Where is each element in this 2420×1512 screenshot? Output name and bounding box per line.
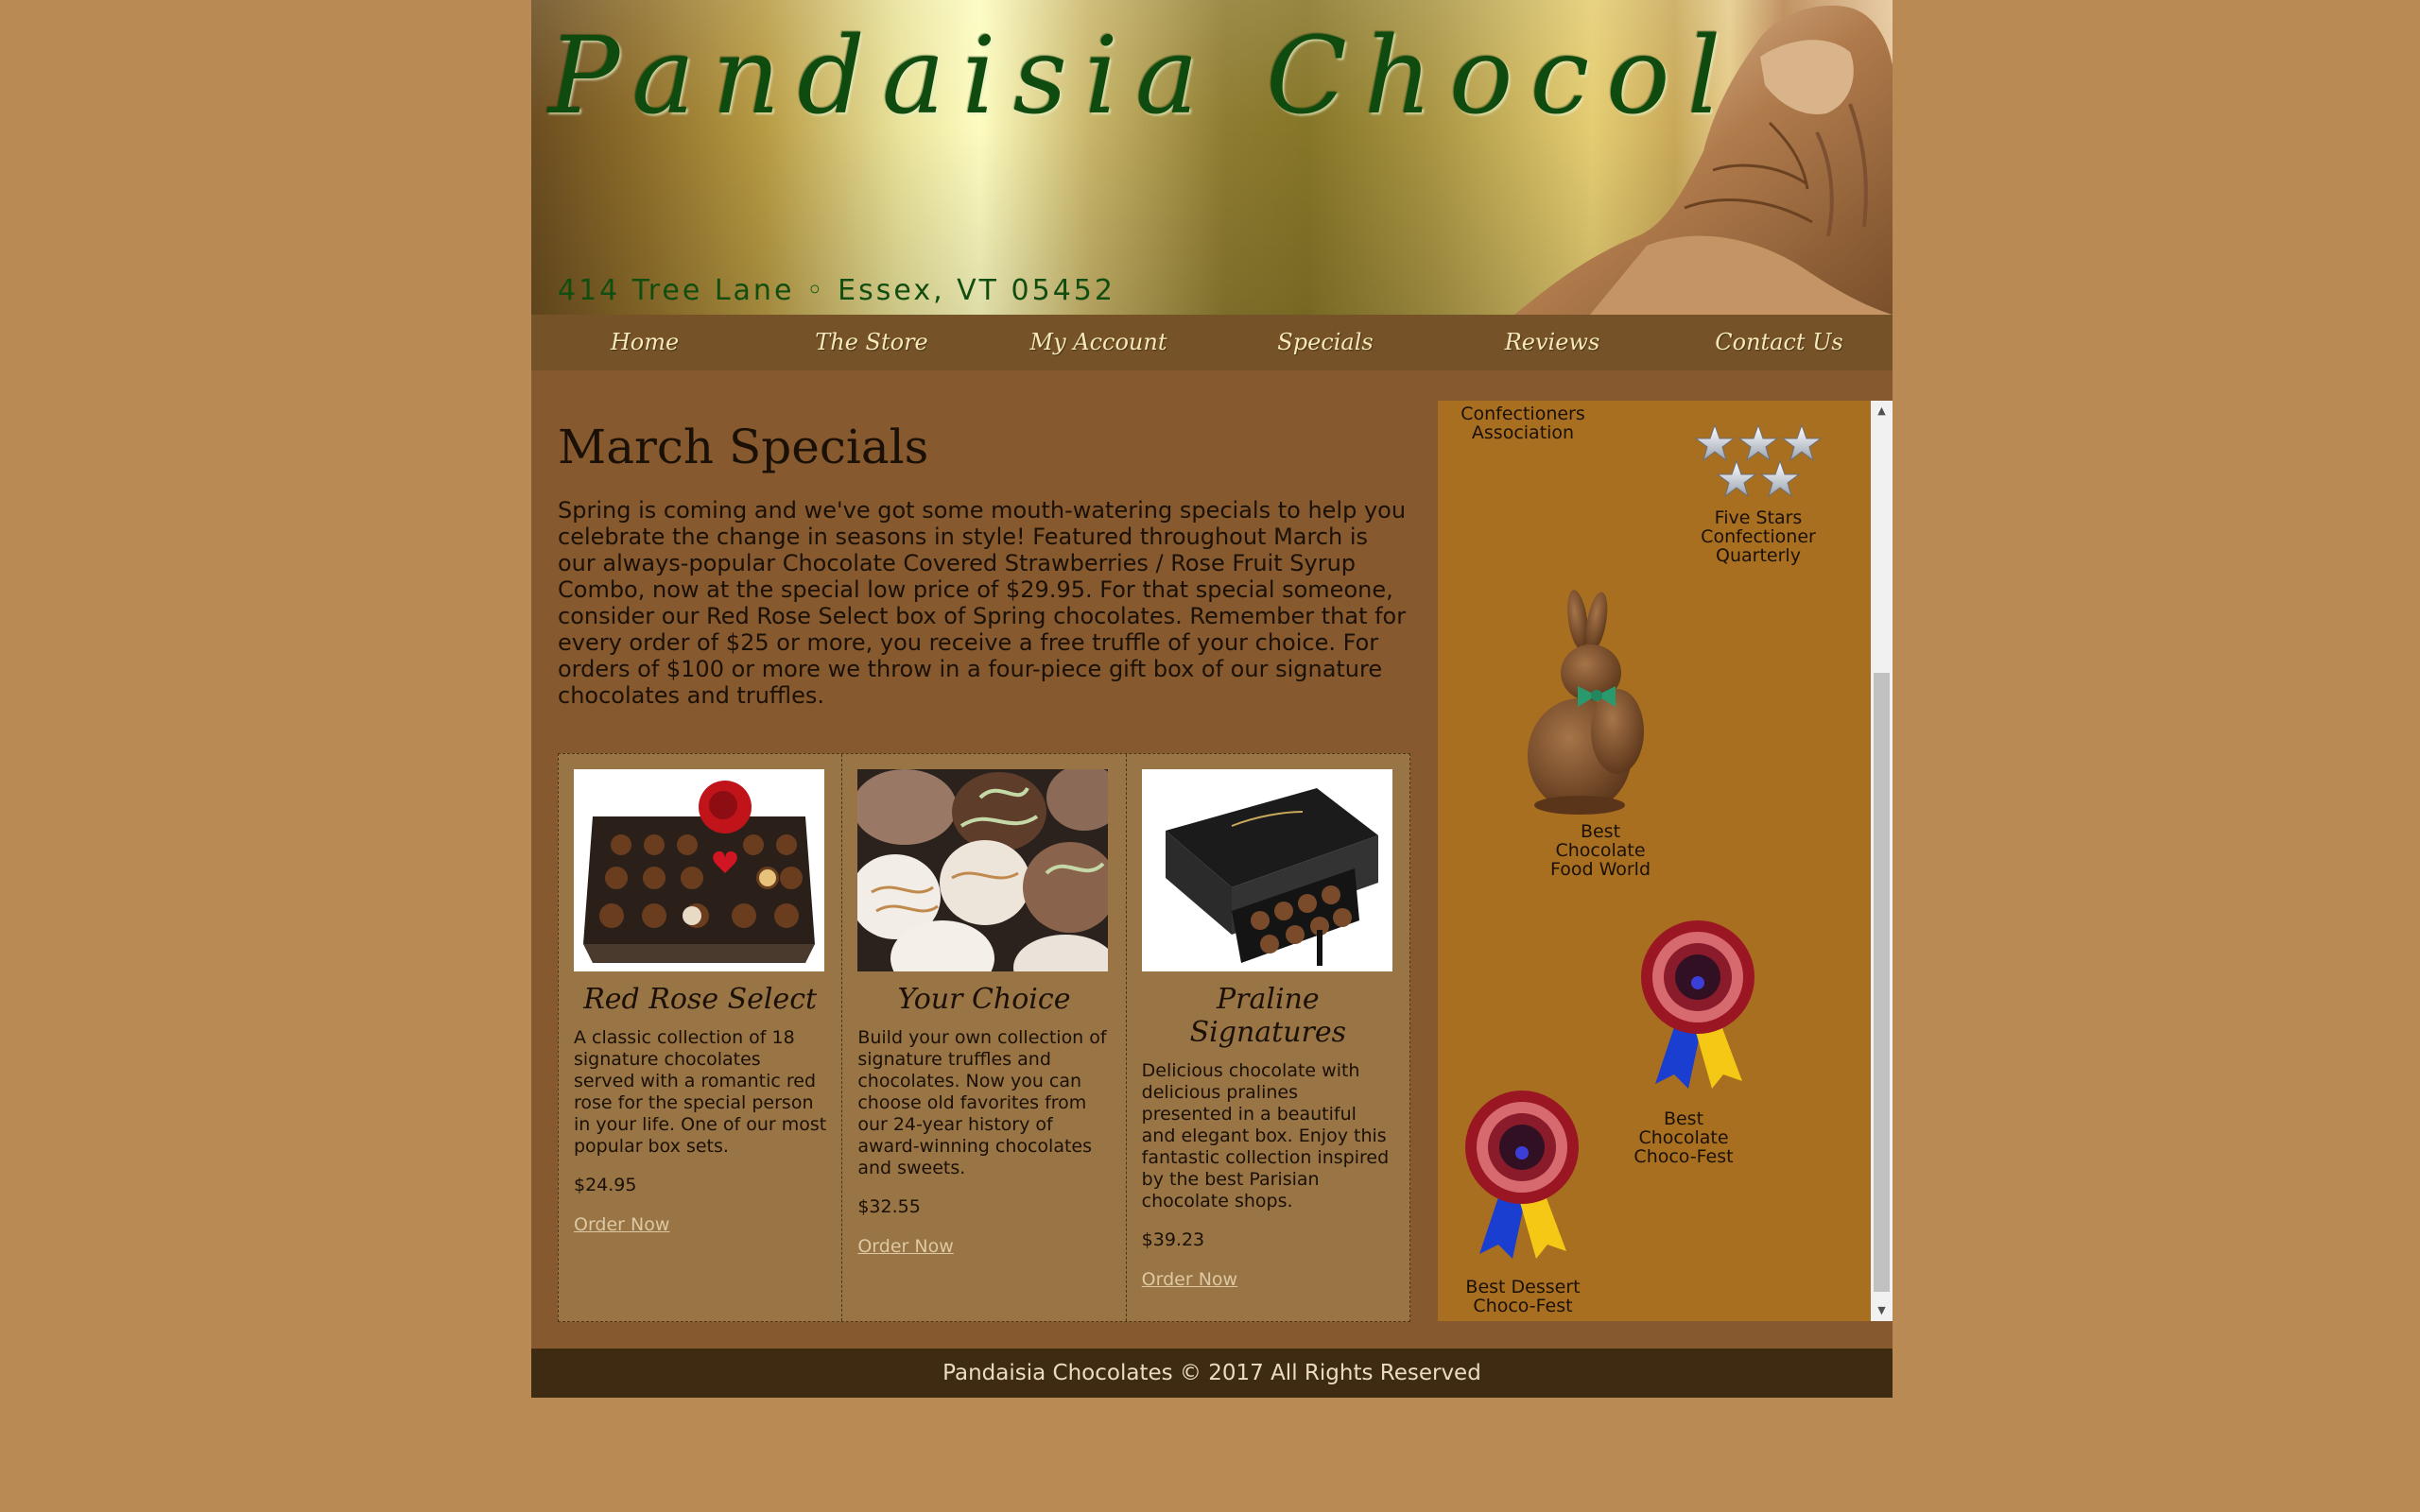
product-name: Praline Signatures <box>1189 983 1347 1049</box>
awards-panel[interactable]: Confectioners Association Five Stars Con… <box>1438 401 1893 1321</box>
scroll-up-icon[interactable]: ▲ <box>1871 401 1893 421</box>
award-line: Best Dessert <box>1465 1277 1581 1297</box>
product-card: Your Choice Build your own collection of… <box>842 754 1127 1321</box>
product-card: Red Rose Select A classic collection of … <box>559 754 843 1321</box>
intro-paragraph: Spring is coming and we've got some mout… <box>558 497 1407 709</box>
award-line: Choco-Fest <box>1634 1146 1734 1167</box>
site-footer: Pandaisia Chocolates © 2017 All Rights R… <box>531 1349 1893 1398</box>
product-price: $24.95 <box>574 1175 637 1195</box>
page-title: March Specials <box>558 420 929 474</box>
nav-item-store[interactable]: The Store <box>758 315 985 370</box>
store-address: 414 Tree Lane ◦ Essex, VT 05452 <box>558 274 1115 307</box>
award-line: Confectioners <box>1461 404 1585 424</box>
award-line: Best <box>1580 821 1621 842</box>
award-line: Choco-Fest <box>1473 1296 1573 1316</box>
product-description: A classic collection of 18 signature cho… <box>574 1027 827 1157</box>
scroll-down-icon[interactable]: ▼ <box>1871 1300 1893 1321</box>
order-now-link[interactable]: Order Now <box>574 1214 669 1235</box>
nav-item-reviews[interactable]: Reviews <box>1439 315 1666 370</box>
award-line: Quarterly <box>1716 545 1801 566</box>
product-name: Red Rose Select <box>583 983 818 1016</box>
order-now-link[interactable]: Order Now <box>1142 1269 1237 1290</box>
statue-image <box>1514 5 1893 315</box>
award-line: Chocolate <box>1555 840 1646 861</box>
award-line: Association <box>1471 422 1575 443</box>
nav-item-home[interactable]: Home <box>531 315 758 370</box>
chocolate-bunny-icon <box>1528 590 1644 815</box>
scrollbar-thumb[interactable] <box>1874 673 1890 1292</box>
product-price: $32.55 <box>857 1196 921 1217</box>
product-price: $39.23 <box>1141 1229 1205 1250</box>
award-line: Food World <box>1549 859 1651 880</box>
nav-item-contact-us[interactable]: Contact Us <box>1666 315 1893 370</box>
product-image-your-choice[interactable] <box>857 769 1109 971</box>
main-nav: Home The Store My Account Specials Revie… <box>531 315 1893 370</box>
product-name: Your Choice <box>897 983 1071 1016</box>
award-best-chocolate: Best Chocolate Choco-Fest <box>1613 1109 1754 1166</box>
award-line: Best <box>1663 1108 1704 1129</box>
award-line: Five Stars <box>1714 507 1803 528</box>
ribbon-icon <box>1641 920 1754 1089</box>
award-line: Chocolate <box>1638 1127 1729 1148</box>
awards-scrollbar[interactable]: ▲ ▼ <box>1871 401 1893 1321</box>
award-best-dessert: Best Dessert Choco-Fest <box>1438 1278 1608 1315</box>
award-food-world: Best Chocolate Food World <box>1534 822 1667 879</box>
award-line: Confectioner <box>1701 526 1816 547</box>
product-image-praline-signatures[interactable] <box>1141 769 1392 971</box>
order-now-link[interactable]: Order Now <box>857 1236 953 1257</box>
site-header: Pandaisia Chocolates 414 Tree Lane ◦ Ess… <box>531 0 1893 315</box>
product-description: Delicious chocolate with delicious prali… <box>1141 1060 1390 1211</box>
award-confectioners: Confectioners Association <box>1438 404 1608 442</box>
product-card: Praline Signatures Delicious chocolate w… <box>1127 754 1409 1321</box>
ribbon-icon <box>1465 1091 1579 1259</box>
five-stars-icon <box>1694 423 1823 498</box>
page-wrapper: Pandaisia Chocolates 414 Tree Lane ◦ Ess… <box>531 0 1893 1398</box>
product-description: Build your own collection of signature t… <box>857 1027 1107 1178</box>
product-image-red-rose-select[interactable] <box>574 769 824 971</box>
product-grid: Red Rose Select A classic collection of … <box>558 753 1410 1322</box>
nav-item-specials[interactable]: Specials <box>1212 315 1439 370</box>
award-five-stars: Five Stars Confectioner Quarterly <box>1683 508 1834 565</box>
nav-item-my-account[interactable]: My Account <box>985 315 1212 370</box>
